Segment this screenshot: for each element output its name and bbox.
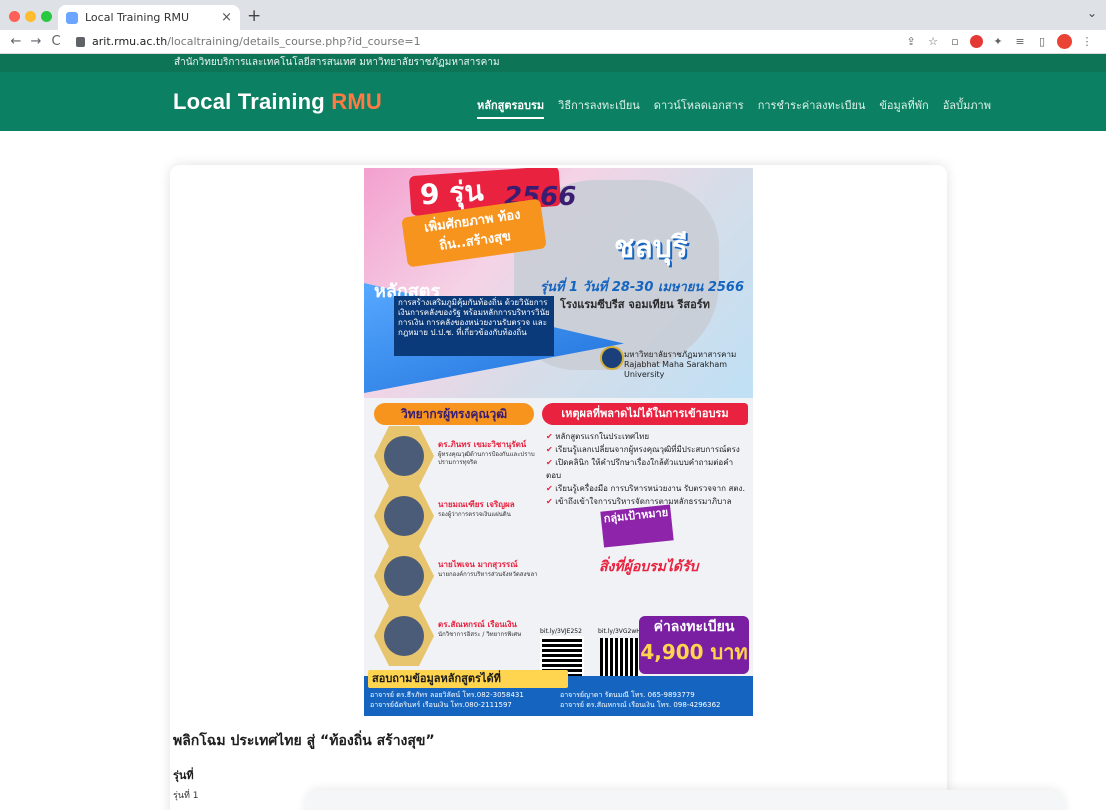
expert-2: นายมณเฑียร เจริญผล รองผู้ว่าการตรวจเงินแ… [374,486,544,546]
expert-desc: นายกองค์การบริหารส่วนจังหวัดสงขลา [438,571,538,578]
expert-photo-icon [374,426,434,486]
adblock-icon[interactable] [970,35,983,48]
menu-icon[interactable]: ⋮ [1076,35,1098,48]
profile-icon[interactable] [1057,34,1072,49]
nav-courses[interactable]: หลักสูตรอบรม [477,96,545,119]
star-icon[interactable]: ☆ [922,35,944,48]
brand-accent: RMU [331,89,382,114]
site-navbar: Local Training RMU หลักสูตรอบรม วิธีการล… [0,72,1106,131]
reason-item: หลักสูตรแรกในประเทศไทย [546,430,746,443]
contact-item: อาจารย์ ดร.สัณหกรณ์ เรือนเงิน โทร. 098-4… [560,701,721,709]
qr1-link: bit.ly/3VJE252 [540,628,582,635]
forward-icon[interactable]: → [26,34,46,49]
fee-value: 4,900 บาท [640,640,748,664]
poster-hotel: โรงแรมซีบรีส จอมเทียน รีสอร์ท [560,298,710,311]
expert-desc: ผู้ทรงคุณวุฒิด้านการป้องกันและปราบปรามกา… [438,451,535,466]
close-window-button[interactable] [9,11,20,22]
maximize-window-button[interactable] [41,11,52,22]
tab-close-icon[interactable]: × [221,10,232,25]
tab-title: Local Training RMU [85,11,190,24]
expert-name: นายไพเจน มากสุวรรณ์ [438,560,518,569]
nav-downloads[interactable]: ดาวน์โหลดเอกสาร [654,96,744,119]
reason-item: เปิดคลินิก ให้คำปรึกษาเรื่องใกล้ตัวแบบคำ… [546,456,746,482]
expert-photo-icon [374,486,434,546]
url-domain: arit.rmu.ac.th [92,35,168,48]
nav-registration-method[interactable]: วิธีการลงทะเบียน [558,96,640,119]
nav-payment[interactable]: การชำระค่าลงทะเบียน [758,96,866,119]
new-tab-button[interactable]: + [247,6,261,26]
target-group-badge: กลุ่มเป้าหมาย [600,504,674,548]
share-icon[interactable]: ⇪ [900,35,922,48]
university-en: Rajabhat Maha Sarakham University [624,360,728,379]
brand-main: Local Training [173,89,332,114]
poster-course-desc: การสร้างเสริมภูมิคุ้มกันท้องถิ่น ด้วยวิน… [394,296,554,356]
expert-1: ดร.ภินทร เขมะวิชานุรัตน์ ผู้ทรงคุณวุฒิด้… [374,426,544,486]
site-logo[interactable]: Local Training RMU [173,89,382,115]
poster-university: มหาวิทยาลัยราชภัฏมหาสารคาม Rajabhat Maha… [624,350,749,380]
contact-item: อาจารย์ฉัตรินทร์ เรือนเงิน โทร.080-21115… [370,701,512,709]
contact-heading: สอบถามข้อมูลหลักสูตรได้ที่ [368,670,568,688]
expert-desc: นักวิชาการอิสระ / วิทยากรพิเศษ [438,631,522,638]
reload-icon[interactable]: C [46,34,66,49]
course-title: พลิกโฉม ประเทศไทย สู่ “ท้องถิ่น สร้างสุข… [173,733,435,749]
browser-tab[interactable]: Local Training RMU × [58,5,240,30]
reason-item: เรียนรู้แลกเปลี่ยนจากผู้ทรงคุณวุฒิที่มีป… [546,443,746,456]
minimize-window-button[interactable] [25,11,36,22]
expert-4: ดร.สัณหกรณ์ เรือนเงิน นักวิชาการอิสระ / … [374,606,544,666]
back-icon[interactable]: ← [6,34,26,49]
address-bar: ← → C arit.rmu.ac.th /localtraining/deta… [0,30,1106,54]
contact-item: อาจารย์ ดร.ธีรภัทร ลอยวิลัตน์ โทร.082-30… [370,691,524,699]
qr2-link: bit.ly/3VG2wH [598,628,641,635]
expert-name: นายมณเฑียร เจริญผล [438,500,515,509]
reasons-list: หลักสูตรแรกในประเทศไทย เรียนรู้แลกเปลี่ย… [546,430,746,508]
reason-item: เรียนรู้เครื่องมือ การบริหารหน่วยงาน รับ… [546,482,746,495]
url-path: /localtraining/details_course.php?id_cou… [167,35,421,48]
browser-tab-bar: Local Training RMU × + ⌄ [0,0,1106,30]
university-seal-icon [600,346,624,370]
contact-list: อาจารย์ ดร.ธีรภัทร ลอยวิลัตน์ โทร.082-30… [370,690,750,710]
expert-desc: รองผู้ว่าการตรวจเงินแผ่นดิน [438,511,511,518]
nav-accommodation[interactable]: ข้อมูลที่พัก [879,96,928,119]
browser-toolbar: ⇪ ☆ ▫ ✦ ≡ ▯ ⋮ [900,34,1098,49]
fee-label: ค่าลงทะเบียน [653,619,735,635]
reasons-heading: เหตุผลที่พลาดไม่ได้ในการเข้าอบรม [542,403,748,425]
round-value: รุ่นที่ 1 [173,791,199,801]
benefits-heading: สิ่งที่ผู้อบรมได้รับ [599,559,699,575]
url-field[interactable]: arit.rmu.ac.th /localtraining/details_co… [76,35,900,48]
floating-panel [305,790,1065,810]
reading-list-icon[interactable]: ≡ [1009,35,1031,48]
fee-box: ค่าลงทะเบียน 4,900 บาท [639,616,749,674]
poster-round: รุ่นที่ 1 วันที่ 28-30 เมษายน 2566 [540,280,745,295]
expert-3: นายไพเจน มากสุวรรณ์ นายกองค์การบริหารส่ว… [374,546,544,606]
course-poster: 9 รุ่น 2566 เพิ่มศักยภาพ ท้องถิ่น..สร้าง… [364,168,753,716]
main-menu: หลักสูตรอบรม วิธีการลงทะเบียน ดาวน์โหลดเ… [477,96,991,119]
expert-name: ดร.ภินทร เขมะวิชานุรัตน์ [438,440,527,449]
university-th: มหาวิทยาลัยราชภัฏมหาสารคาม [624,350,737,359]
nav-album[interactable]: อัลบั้มภาพ [943,96,991,119]
round-label: รุ่นที่ [173,769,194,782]
expert-photo-icon [374,546,434,606]
lock-icon [76,36,85,47]
poster-province: ชลบุรี [614,230,688,265]
contact-item: อาจารย์ญาดา รัตนมณี โทร. 065-9893779 [560,691,695,699]
favicon-icon [66,11,78,24]
experts-heading: วิทยากรผู้ทรงคุณวุฒิ [374,403,534,425]
sidebar-icon[interactable]: ▯ [1031,35,1053,48]
extension-icon[interactable]: ▫ [944,35,966,48]
tab-search-icon[interactable]: ⌄ [1087,6,1097,20]
expert-name: ดร.สัณหกรณ์ เรือนเงิน [438,620,517,629]
org-strip: สำนักวิทยบริการและเทคโนโลยีสารสนเทศ มหาว… [0,54,1106,72]
expert-photo-icon [374,606,434,666]
puzzle-icon[interactable]: ✦ [987,35,1009,48]
